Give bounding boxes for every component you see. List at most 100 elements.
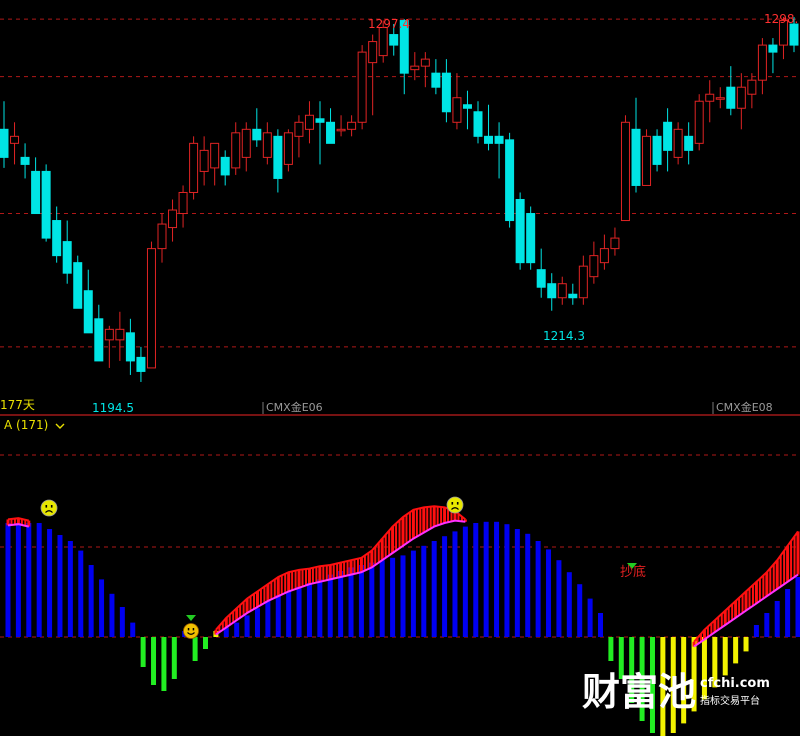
candle-body [41, 170, 51, 239]
histogram-bar [577, 584, 583, 637]
candle-body [210, 142, 220, 169]
high-price-label: 1297.4 [368, 17, 410, 31]
histogram-bar [587, 598, 593, 637]
candle-body [620, 121, 630, 222]
histogram-bar [462, 526, 468, 637]
histogram-bar [254, 608, 260, 637]
histogram-bar [47, 529, 53, 637]
histogram-bar [442, 536, 448, 637]
candle-body [515, 198, 525, 264]
histogram-bar [764, 613, 770, 637]
candle-body [389, 34, 399, 46]
candle-body [146, 248, 156, 369]
candle-body [368, 41, 378, 64]
histogram-bar [473, 523, 479, 637]
candle-body [410, 65, 420, 71]
histogram-bar [556, 560, 562, 637]
histogram-bar [99, 579, 105, 637]
histogram-bar [566, 572, 572, 637]
contract-label-e06: CMX金E06 [266, 400, 323, 414]
histogram-bar [348, 567, 354, 637]
candle-body [136, 356, 146, 372]
histogram-bar [130, 622, 136, 637]
candle-body [378, 27, 388, 57]
candle-body [536, 269, 546, 288]
candle-body [52, 220, 62, 257]
candle-body [262, 132, 272, 158]
candle-body [526, 213, 536, 264]
histogram-bar [774, 601, 780, 637]
histogram-bar [483, 521, 489, 637]
candle-body [115, 328, 125, 341]
candle-body [283, 132, 293, 165]
histogram-bar [234, 622, 240, 637]
candle-body [157, 223, 167, 250]
candle-body [715, 97, 725, 100]
candle-body [252, 128, 262, 141]
sad-face-icon [40, 499, 58, 517]
histogram-bar [785, 589, 791, 637]
histogram-bar [431, 541, 437, 637]
histogram-bar [171, 637, 177, 679]
candle-body [241, 128, 251, 158]
candle-body [10, 135, 20, 144]
watermark-brand: 财富池 [582, 670, 696, 714]
candle-body [768, 44, 778, 53]
histogram-bar [452, 531, 458, 637]
histogram-bar [743, 637, 749, 652]
candle-body [178, 191, 188, 215]
candle-body [431, 72, 441, 88]
histogram-bar [369, 562, 375, 637]
histogram-bar [608, 637, 614, 661]
histogram-bar [733, 637, 739, 664]
indicator-header[interactable]: A (171) [4, 418, 48, 432]
histogram-bar [306, 583, 312, 637]
candle-body [199, 149, 209, 172]
candle-body [599, 248, 609, 264]
candle-body [441, 72, 451, 113]
histogram-bar [67, 541, 73, 637]
histogram-bar [203, 637, 208, 649]
candle-body [315, 118, 325, 123]
candle-body [168, 209, 178, 229]
candle-body [610, 237, 620, 250]
candle-body [642, 135, 652, 186]
histogram-bar [109, 593, 115, 637]
histogram-bar [390, 557, 396, 637]
histogram-bar [317, 579, 323, 637]
histogram-bar [15, 523, 21, 637]
candle-body [557, 283, 567, 299]
histogram-bar [78, 550, 84, 637]
candle-body [73, 262, 83, 309]
candle-body [484, 135, 494, 144]
histogram-bar [379, 560, 385, 637]
candle-body [94, 318, 104, 362]
histogram-bar [753, 625, 759, 637]
histogram-bar [358, 565, 364, 637]
candle-body [452, 97, 462, 123]
candle-body [505, 139, 515, 222]
histogram-bar [722, 637, 728, 676]
watermark-tagline: 指标交易平台 [700, 694, 760, 707]
candle-body [304, 114, 314, 130]
candle-body [631, 128, 641, 186]
candle-body [420, 58, 430, 67]
histogram-bar [327, 574, 333, 637]
candle-body [568, 293, 578, 299]
watermark-domain: cfchi.com [700, 676, 770, 691]
histogram-bar [140, 637, 146, 667]
chart-canvas: 1297.4 1298. 1194.5 1214.3 177天 CMX金E06 … [0, 0, 800, 736]
histogram-bar [535, 541, 541, 637]
histogram-bar [546, 549, 552, 637]
candle-body [62, 241, 72, 274]
candle-body [789, 23, 799, 46]
histogram-bar [265, 601, 271, 637]
histogram-bar [795, 577, 800, 637]
candle-body [231, 132, 241, 169]
histogram-bar [525, 533, 531, 637]
histogram-bar [504, 524, 510, 637]
candle-body [462, 104, 472, 109]
histogram-bar [5, 523, 11, 637]
histogram-bar [36, 523, 42, 637]
histogram-bar [598, 613, 603, 637]
